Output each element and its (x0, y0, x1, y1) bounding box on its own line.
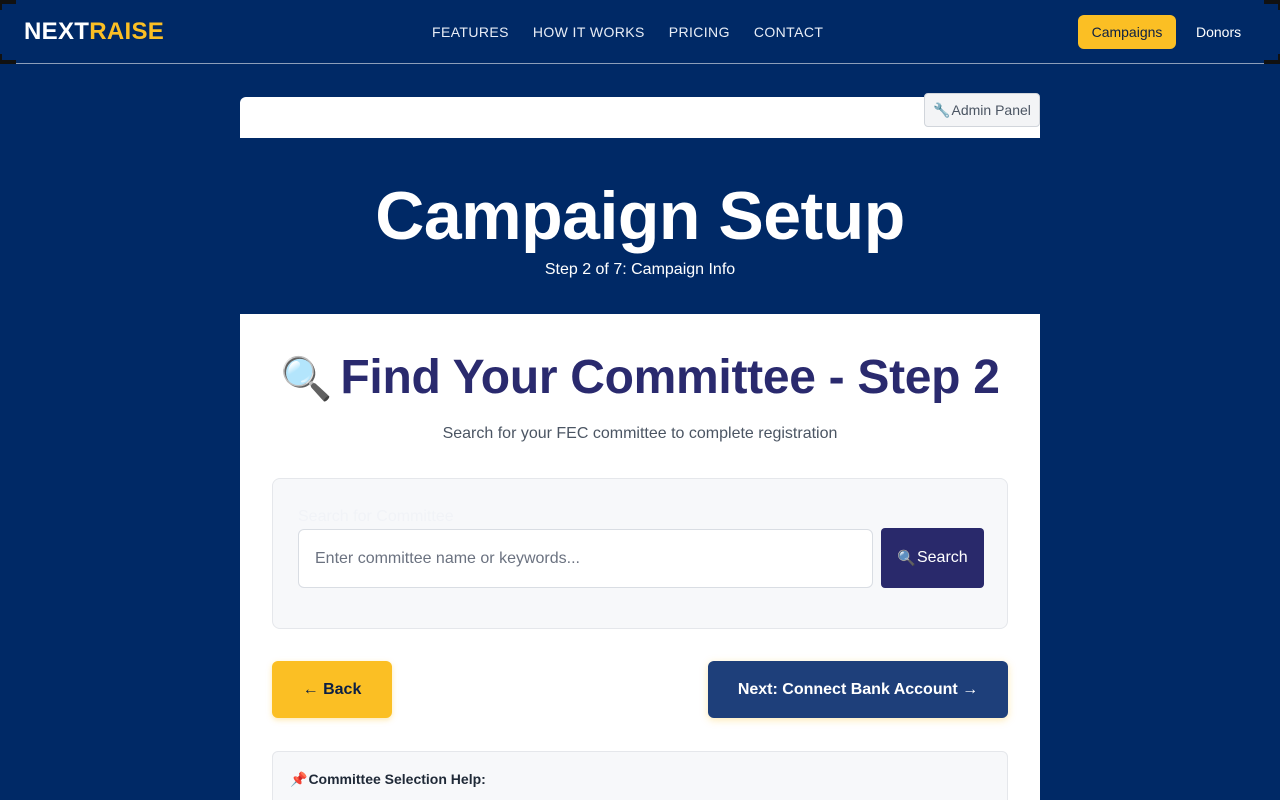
corner-mark (0, 0, 2, 10)
nav-link-features[interactable]: FEATURES (432, 24, 509, 40)
admin-panel-label: Admin Panel (951, 102, 1031, 118)
search-button[interactable]: 🔍 Search (881, 528, 984, 588)
committee-card: 🔍 Find Your Committee - Step 2 Search for… (240, 314, 1040, 800)
page-title: Campaign Setup (375, 178, 905, 254)
brand-logo-part2: RAISE (89, 18, 165, 45)
card-subtitle: Search for your FEC committee to complet… (442, 425, 838, 442)
campaigns-button[interactable]: Campaigns (1078, 15, 1176, 49)
search-panel: Search for Committee 🔍 Search (272, 478, 1008, 629)
search-button-label: Search (916, 549, 968, 566)
next-connect-bank-button[interactable]: Next: Connect Bank Account → (708, 661, 1008, 718)
wrench-icon: 🔧 (933, 101, 951, 118)
pushpin-icon: 📌 (290, 771, 308, 787)
magnifier-icon: 🔍 (280, 355, 333, 402)
corner-mark (0, 54, 2, 64)
nav-links: FEATURES HOW IT WORKS PRICING CONTACT (432, 24, 847, 40)
nav-link-contact[interactable]: CONTACT (754, 24, 823, 40)
card-title: 🔍 Find Your Committee - Step 2 (240, 350, 1040, 407)
corner-mark (0, 60, 16, 64)
top-navigation-bar: NEXTRAISE FEATURES HOW IT WORKS PRICING … (0, 0, 1280, 64)
help-title-text: Committee Selection Help: (308, 771, 486, 787)
search-label: Search for Committee (298, 508, 454, 525)
step-indicator: Step 2 of 7: Campaign Info (544, 261, 736, 278)
corner-mark (0, 0, 16, 4)
nav-link-how-it-works[interactable]: HOW IT WORKS (533, 24, 645, 40)
committee-search-input[interactable] (298, 529, 873, 588)
donors-link[interactable]: Donors (1196, 24, 1241, 40)
admin-strip (240, 97, 1040, 138)
nav-link-pricing[interactable]: PRICING (669, 24, 730, 40)
admin-panel-button[interactable]: 🔧 Admin Panel (924, 93, 1040, 127)
back-button[interactable]: ← Back (272, 661, 392, 718)
committee-help-box: 📌Committee Selection Help: (272, 751, 1008, 800)
help-title: 📌Committee Selection Help: (290, 771, 486, 788)
card-title-text: Find Your Committee - Step 2 (340, 351, 1000, 404)
brand-logo[interactable]: NEXTRAISE (24, 19, 164, 45)
brand-logo-part1: NEXT (24, 18, 90, 45)
search-icon: 🔍 (897, 550, 916, 567)
